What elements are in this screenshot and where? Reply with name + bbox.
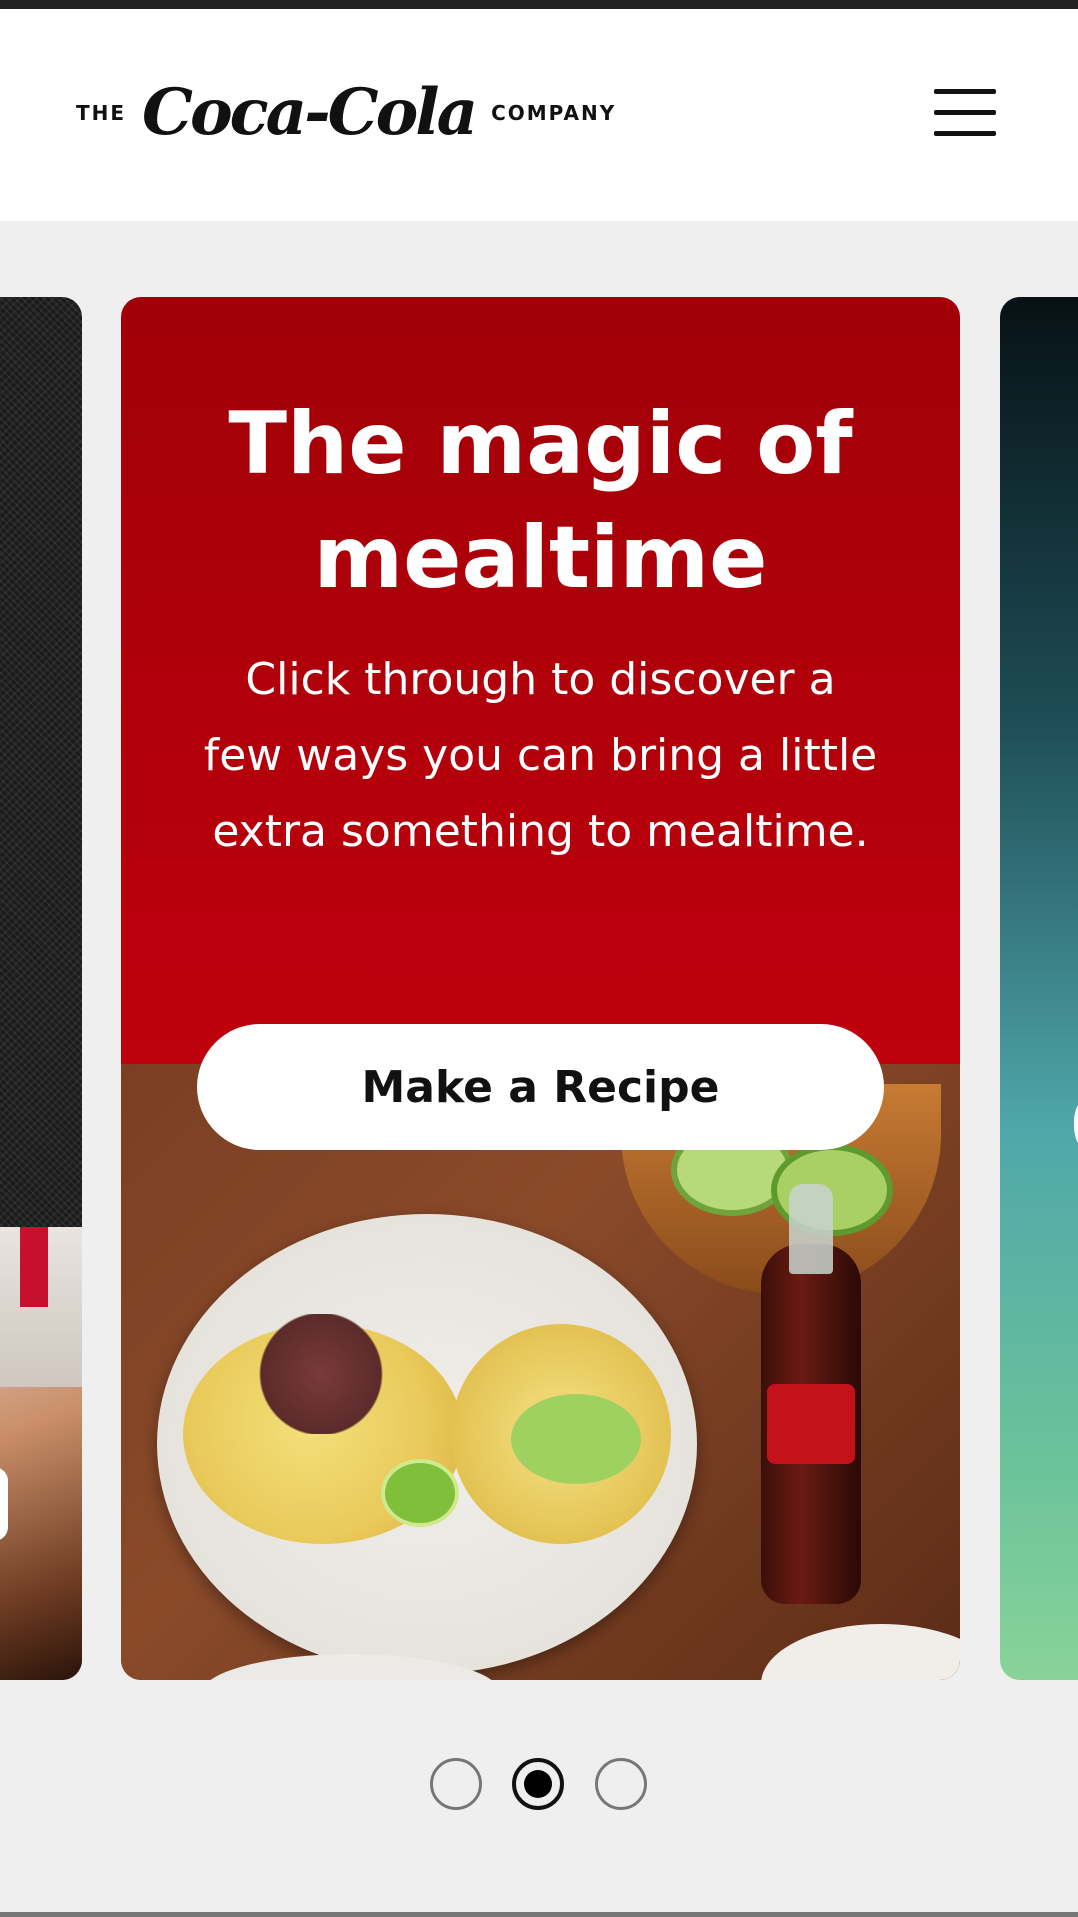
carousel-pagination: [0, 1758, 1078, 1816]
pagination-dot-1[interactable]: [430, 1758, 482, 1810]
carousel-card-active: The magic of mealtime Click through to d…: [121, 297, 960, 1680]
card-title: The magic of mealtime: [228, 394, 853, 608]
logo-wordmark: Coca-Cola: [142, 75, 478, 150]
tacos-meal-photo: [121, 1064, 960, 1680]
coca-cola-bottle: [761, 1184, 861, 1604]
card-description: Click through to discover a few ways you…: [203, 654, 878, 857]
status-bar: [0, 0, 1078, 9]
previous-card-control[interactable]: [0, 1467, 8, 1541]
pagination-dot-3[interactable]: [595, 1758, 647, 1810]
site-header: THE Coca-Cola COMPANY: [0, 9, 1078, 221]
coca-cola-company-logo[interactable]: THE Coca-Cola COMPANY: [76, 73, 616, 153]
hamburger-menu-icon[interactable]: [934, 89, 996, 139]
bottom-divider: [0, 1912, 1078, 1917]
make-a-recipe-button[interactable]: Make a Recipe: [197, 1024, 884, 1150]
logo-suffix: COMPANY: [491, 101, 617, 125]
next-card-control[interactable]: [1074, 1087, 1078, 1161]
carousel-card-next[interactable]: [1000, 297, 1078, 1680]
pagination-dot-2-active[interactable]: [512, 1758, 564, 1810]
logo-prefix: THE: [76, 101, 127, 125]
carousel-card-previous[interactable]: [0, 297, 82, 1680]
